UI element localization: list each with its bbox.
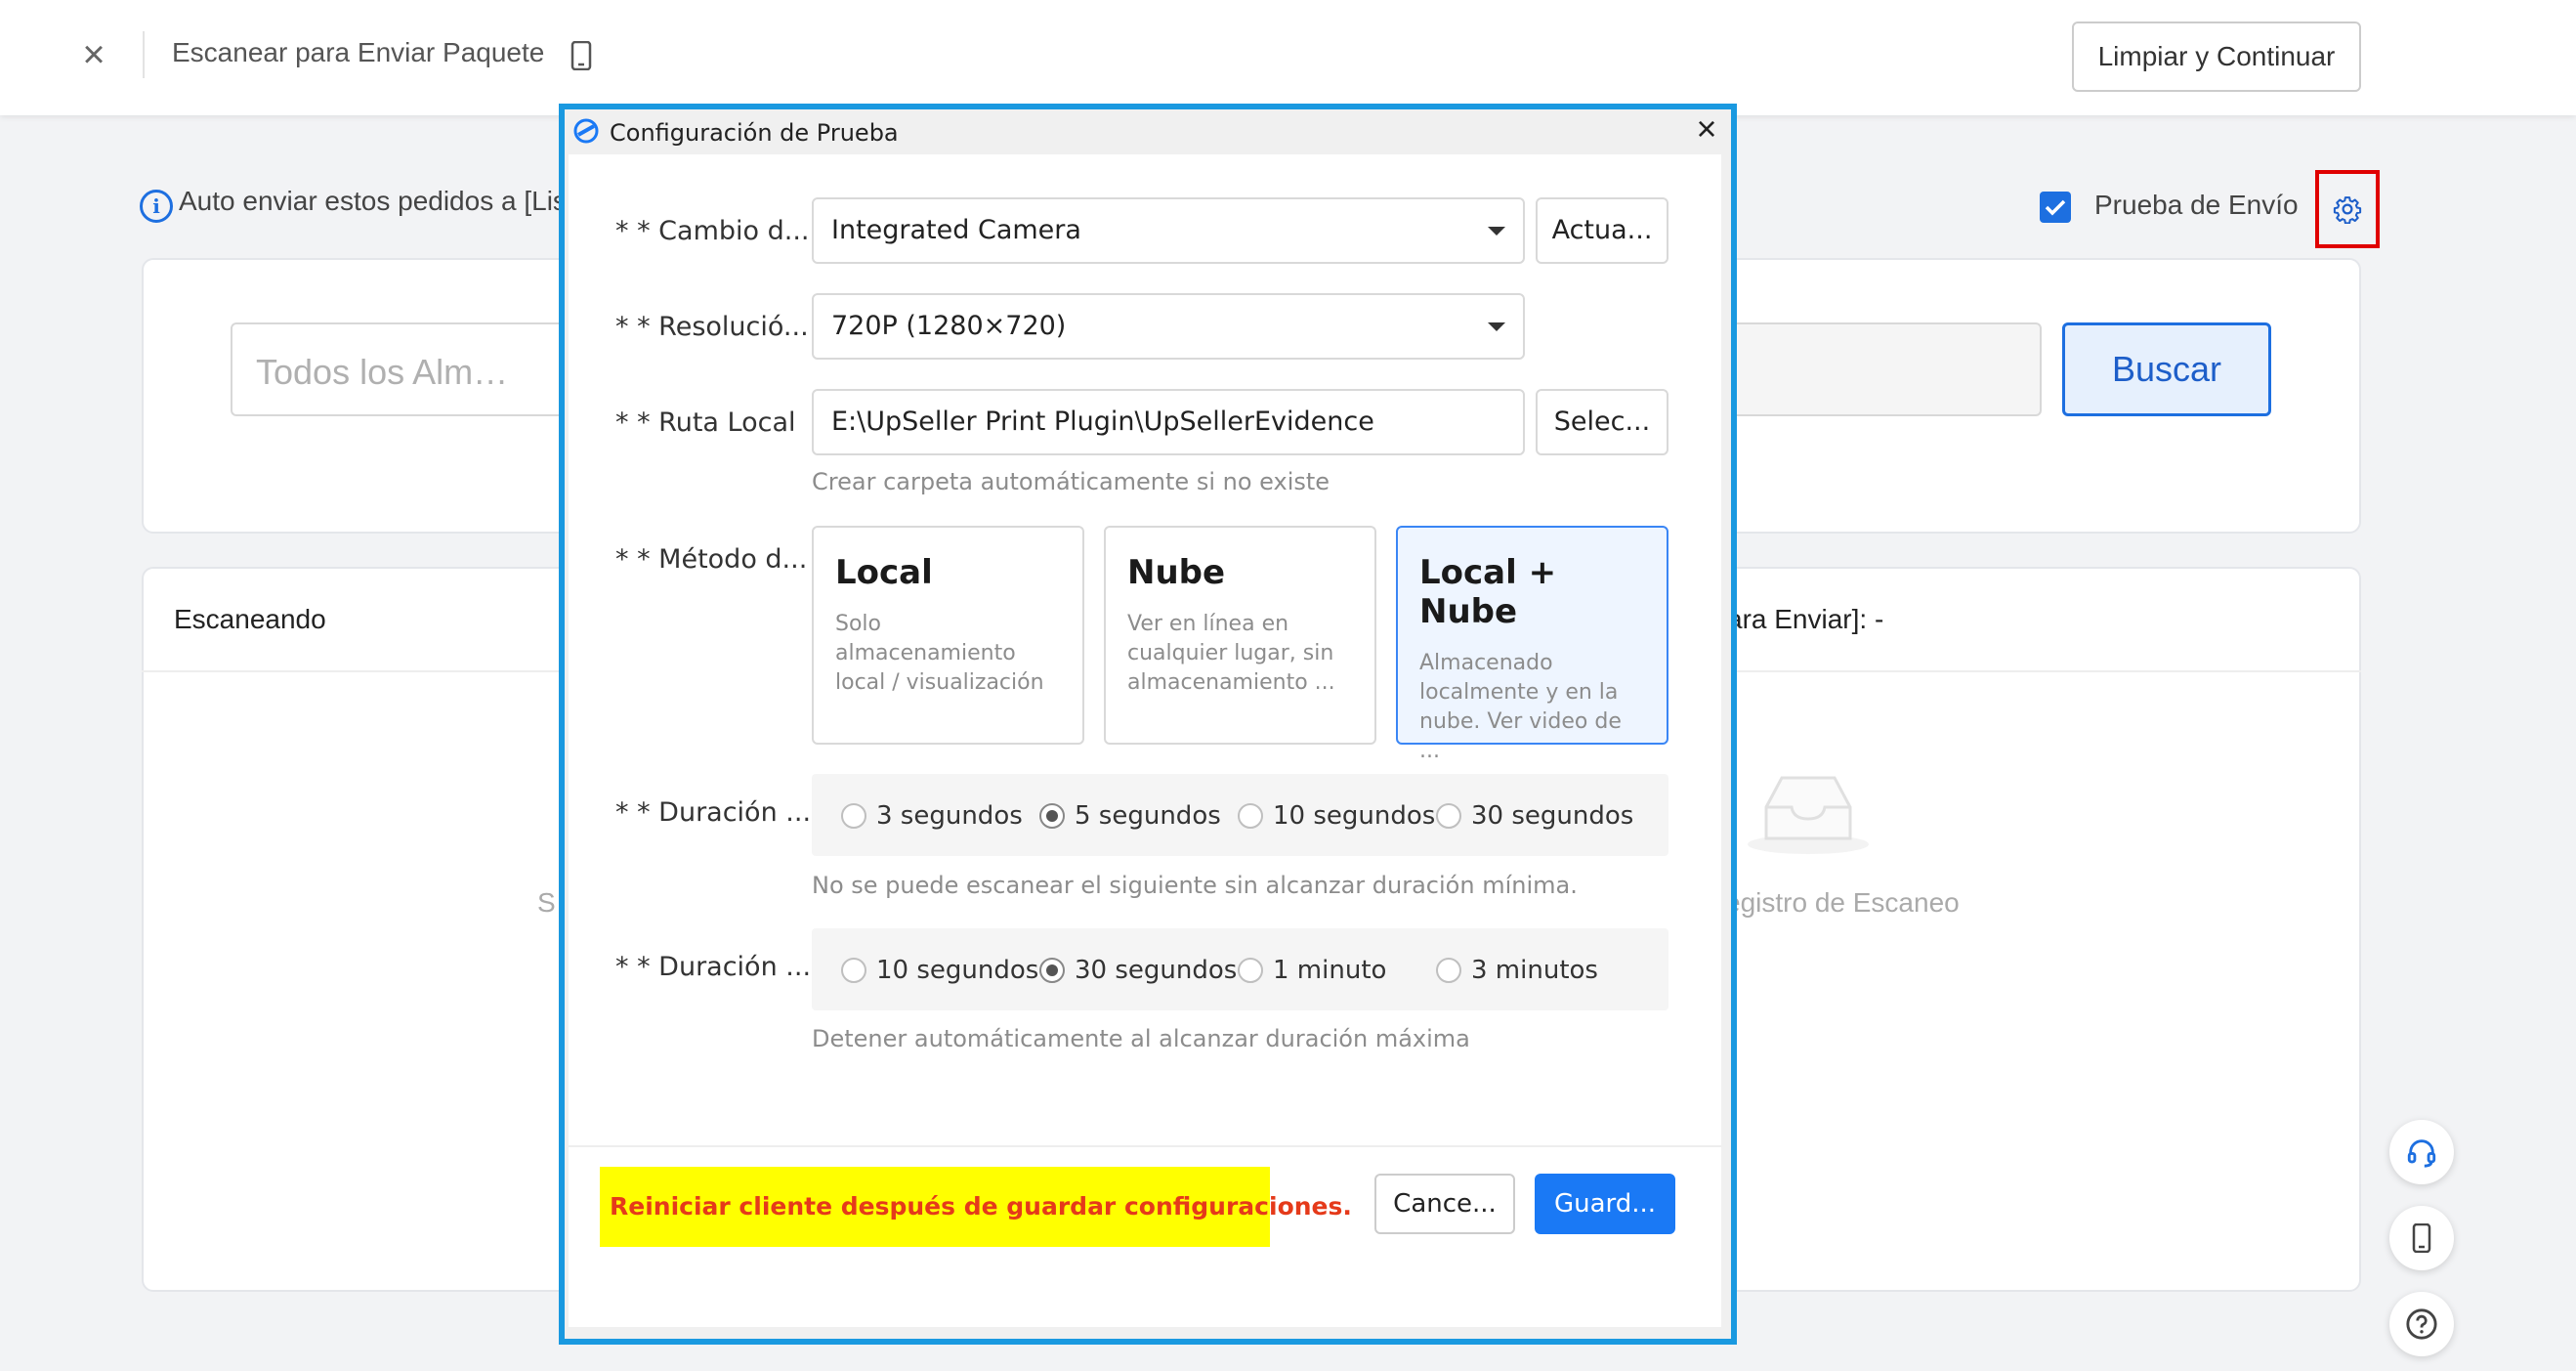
method-option-desc: Solo almacenamiento local / visualizació… bbox=[835, 612, 1044, 695]
radio-label: 10 segundos bbox=[876, 956, 1039, 985]
clear-continue-button[interactable]: Limpiar y Continuar bbox=[2072, 21, 2361, 92]
dropdown-caret-icon bbox=[1488, 227, 1505, 236]
radio-max-3m[interactable]: 3 minutos bbox=[1436, 956, 1598, 985]
app-logo-icon bbox=[572, 117, 600, 150]
radio-icon bbox=[841, 803, 866, 829]
radio-icon bbox=[1238, 958, 1263, 983]
method-option-cloud[interactable]: Nube Ver en línea en cualquier lugar, si… bbox=[1104, 526, 1376, 745]
test-shipping-label: Prueba de Envío bbox=[2094, 190, 2299, 220]
local-path-label: * * Ruta Local bbox=[615, 407, 796, 438]
phone-icon bbox=[570, 40, 592, 75]
gear-icon bbox=[2333, 196, 2362, 224]
refresh-camera-button[interactable]: Actua... bbox=[1536, 197, 1668, 264]
help-button[interactable] bbox=[2389, 1292, 2454, 1356]
radio-label: 3 segundos bbox=[876, 801, 1023, 831]
warehouse-select[interactable]: Todos los Alm… bbox=[231, 322, 572, 416]
radio-icon bbox=[841, 958, 866, 983]
radio-max-30s[interactable]: 30 segundos bbox=[1039, 956, 1237, 985]
dialog-footer-divider bbox=[569, 1145, 1721, 1147]
radio-min-3s[interactable]: 3 segundos bbox=[841, 801, 1023, 831]
mobile-button[interactable] bbox=[2389, 1206, 2454, 1270]
resolution-label: * * Resolució... bbox=[615, 312, 809, 342]
resolution-select[interactable]: 720P (1280×720) bbox=[812, 293, 1525, 360]
method-option-title: Local bbox=[835, 553, 933, 592]
search-button[interactable]: Buscar bbox=[2062, 322, 2271, 416]
send-status-text: ara Enviar]: - bbox=[1727, 604, 1884, 634]
test-shipping-checkbox[interactable] bbox=[2040, 192, 2071, 223]
resolution-value: 720P (1280×720) bbox=[831, 311, 1067, 341]
auto-send-notice: i Auto enviar estos pedidos a [Lis bbox=[140, 186, 567, 223]
select-folder-button[interactable]: Selec... bbox=[1536, 389, 1668, 455]
radio-max-1m[interactable]: 1 minuto bbox=[1238, 956, 1386, 985]
save-button[interactable]: Guard... bbox=[1535, 1174, 1675, 1234]
camera-label: * * Cambio d... bbox=[615, 216, 810, 246]
close-icon[interactable]: × bbox=[76, 35, 111, 74]
restart-warning: Reiniciar cliente después de guardar con… bbox=[600, 1167, 1352, 1247]
camera-select[interactable]: Integrated Camera bbox=[812, 197, 1525, 264]
method-option-desc: Ver en línea en cualquier lugar, sin alm… bbox=[1127, 612, 1335, 695]
radio-selected-icon bbox=[1039, 958, 1065, 983]
radio-icon bbox=[1436, 958, 1461, 983]
method-option-local[interactable]: Local Solo almacenamiento local / visual… bbox=[812, 526, 1084, 745]
page-title: Escanear para Enviar Paquete bbox=[172, 37, 545, 67]
max-duration-radio-group: 10 segundos 30 segundos 1 minuto 3 minut… bbox=[812, 928, 1668, 1010]
notice-text: Auto enviar estos pedidos a [Lis bbox=[179, 186, 567, 216]
radio-min-30s[interactable]: 30 segundos bbox=[1436, 801, 1633, 831]
scan-input[interactable] bbox=[1719, 322, 2042, 416]
radio-label: 30 segundos bbox=[1471, 801, 1634, 831]
min-duration-hint: No se puede escanear el siguiente sin al… bbox=[812, 872, 1578, 899]
checkbox-icon bbox=[2045, 199, 2066, 216]
local-path-hint: Crear carpeta automáticamente si no exis… bbox=[812, 468, 1330, 495]
cancel-button[interactable]: Cance... bbox=[1374, 1174, 1515, 1234]
help-icon bbox=[2406, 1308, 2437, 1340]
method-option-local-cloud[interactable]: Local + Nube Almacenado localmente y en … bbox=[1396, 526, 1668, 763]
dialog-close-icon[interactable]: × bbox=[1690, 111, 1723, 147]
empty-inbox-icon bbox=[1745, 768, 1872, 861]
radio-label: 1 minuto bbox=[1273, 956, 1387, 985]
max-duration-label: * * Duración ... bbox=[615, 952, 812, 982]
min-duration-label: * * Duración ... bbox=[615, 797, 812, 828]
radio-min-5s[interactable]: 5 segundos bbox=[1039, 801, 1221, 831]
info-icon: i bbox=[140, 190, 173, 223]
radio-min-10s[interactable]: 10 segundos bbox=[1238, 801, 1435, 831]
warehouse-select-text: Todos los Alm… bbox=[256, 352, 509, 392]
headset-icon bbox=[2407, 1139, 2436, 1168]
method-option-desc: Almacenado localmente y en la nube. Ver … bbox=[1419, 651, 1622, 763]
dialog-title: Configuración de Prueba bbox=[610, 119, 899, 147]
radio-label: 3 minutos bbox=[1471, 956, 1598, 985]
radio-max-10s[interactable]: 10 segundos bbox=[841, 956, 1038, 985]
divider bbox=[143, 31, 145, 78]
local-path-value: E:\UpSeller Print Plugin\UpSellerEvidenc… bbox=[831, 407, 1374, 437]
method-option-title: Nube bbox=[1127, 553, 1226, 592]
min-duration-radio-group: 3 segundos 5 segundos 10 segundos 30 seg… bbox=[812, 774, 1668, 856]
method-label: * * Método d... bbox=[615, 544, 808, 575]
max-duration-hint: Detener automáticamente al alcanzar dura… bbox=[812, 1025, 1470, 1052]
dropdown-caret-icon bbox=[1488, 322, 1505, 331]
radio-label: 30 segundos bbox=[1075, 956, 1238, 985]
local-path-input[interactable]: E:\UpSeller Print Plugin\UpSellerEvidenc… bbox=[812, 389, 1525, 455]
radio-label: 10 segundos bbox=[1273, 801, 1436, 831]
mobile-icon bbox=[2412, 1223, 2431, 1253]
camera-value: Integrated Camera bbox=[831, 215, 1081, 245]
radio-icon bbox=[1436, 803, 1461, 829]
settings-highlight[interactable] bbox=[2315, 170, 2380, 248]
left-text-fragment: S bbox=[537, 887, 556, 918]
empty-state-text: egistro de Escaneo bbox=[1725, 887, 1960, 918]
radio-selected-icon bbox=[1039, 803, 1065, 829]
radio-icon bbox=[1238, 803, 1263, 829]
scanning-title: Escaneando bbox=[174, 604, 326, 634]
support-button[interactable] bbox=[2389, 1120, 2454, 1184]
method-option-title: Local + Nube bbox=[1419, 553, 1557, 631]
radio-label: 5 segundos bbox=[1075, 801, 1221, 831]
